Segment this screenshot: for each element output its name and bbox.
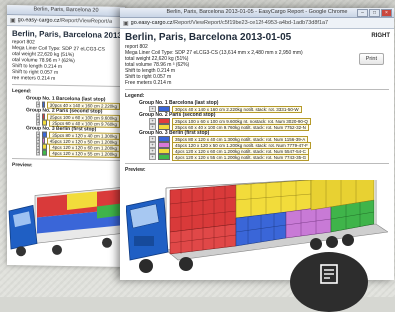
divider: [125, 163, 389, 164]
window-title: Berlin, Paris, Barcelona 20: [33, 6, 99, 14]
window-title: Berlin, Paris, Barcelona 2013-01-05 - Ea…: [166, 9, 348, 15]
color-swatch: [42, 149, 48, 156]
divider: [125, 89, 389, 90]
maximize-icon[interactable]: □: [369, 9, 380, 17]
stat-line: ree meters 0.214 m: [12, 75, 56, 82]
preview-label: Preview:: [125, 167, 146, 173]
truck-cab: [126, 197, 169, 261]
window-titlebar: Berlin, Paris, Barcelona 2013-01-05 - Ea…: [120, 8, 394, 18]
cargo-red: [169, 184, 237, 255]
divider: [12, 158, 120, 161]
report-title: Berlin, Paris, Barcelona 2013-01-05: [125, 32, 292, 43]
address-bar[interactable]: ▣ go.easy-cargo.cz/Report/ViewReport/c5f…: [120, 18, 394, 29]
browser-window-back[interactable]: Berlin, Paris, Barcelona 20 ▣ go.easy-ca…: [7, 4, 125, 268]
toggle-icon[interactable]: +: [149, 154, 156, 160]
window-titlebar: Berlin, Paris, Barcelona 20: [7, 4, 125, 18]
color-swatch: [158, 154, 170, 160]
report-content: RIGHT Print Berlin, Paris, Barcelona 201…: [120, 29, 394, 176]
close-icon[interactable]: ×: [381, 9, 392, 17]
legend-row[interactable]: +4pcs 120 x 120 x 55 cm 1.200kg: [12, 149, 120, 158]
browser-window-front[interactable]: Berlin, Paris, Barcelona 2013-01-05 - Ea…: [120, 8, 394, 280]
truck-cab: [8, 204, 38, 250]
preview-label: Preview:: [12, 162, 33, 169]
minimize-icon[interactable]: –: [357, 9, 368, 17]
divider: [12, 84, 120, 87]
report-content: Berlin, Paris, Barcelona 2013-0 report 8…: [7, 26, 125, 173]
trailer-body: [34, 186, 125, 244]
legend-row-text: 4pcs 120 x 120 x 55 cm 1.200kg: [49, 149, 120, 158]
url-text[interactable]: go.easy-cargo.cz/Report/ViewReport/a: [18, 17, 112, 25]
report-overlay-badge[interactable]: [290, 252, 368, 312]
right-label: RIGHT: [371, 33, 390, 39]
toggle-icon[interactable]: +: [36, 149, 41, 156]
legend-row[interactable]: +4pcs 120 x 120 x 55 cm 1.200kg notilt. …: [125, 153, 389, 161]
legend-row-text: 4pcs 120 x 120 x 55 cm 1.200kg notilt. s…: [172, 153, 310, 161]
stat-line: Free meters 0.214 m: [125, 80, 172, 86]
page-icon: ▣: [123, 20, 129, 27]
legend: Group No. 1 Barcelona (last stop) +30pcs…: [125, 100, 389, 161]
window-controls: – □ ×: [357, 9, 392, 17]
page-icon: ▣: [10, 17, 16, 24]
print-button[interactable]: Print: [358, 53, 384, 65]
report-document-icon: [320, 264, 338, 284]
legend: Group No. 1 Barcelona (last stop) +30pcs…: [12, 95, 120, 158]
legend-label: Legend:: [125, 93, 145, 99]
truck-preview-back: [8, 186, 125, 257]
url-text[interactable]: go.easy-cargo.cz/Report/ViewReport/c5f19…: [131, 20, 328, 26]
